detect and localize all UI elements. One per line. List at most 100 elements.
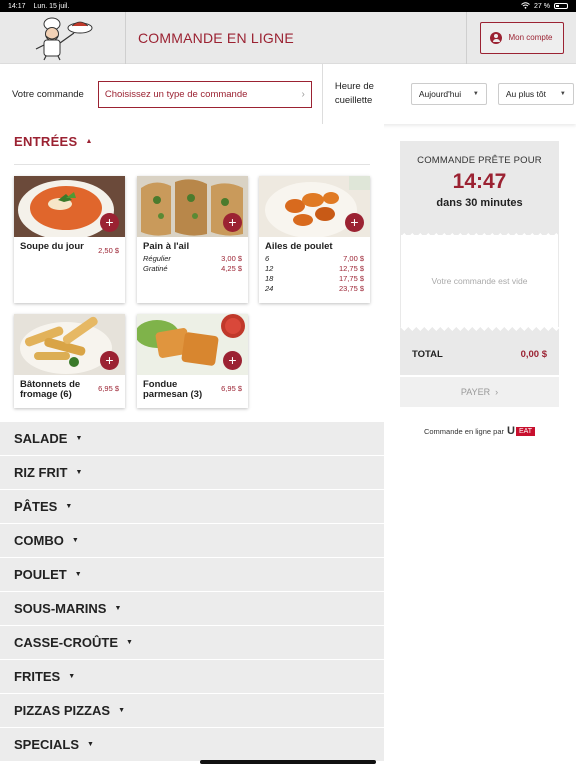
order-type-select[interactable]: Choisissez un type de commande › <box>97 80 312 108</box>
item-name: Pain à l'ail <box>143 241 190 252</box>
add-item-button[interactable]: + <box>100 213 119 232</box>
category-title: POULET <box>14 567 67 582</box>
item-photo: + <box>14 176 125 237</box>
add-item-button[interactable]: + <box>223 213 242 232</box>
category-title: FRITES <box>14 669 61 684</box>
account-button[interactable]: Mon compte <box>479 21 564 54</box>
item-photo: + <box>137 314 248 375</box>
menu-item-card[interactable]: + Soupe du jour 2,50 $ <box>14 176 125 303</box>
category-header-entrees[interactable]: ENTRÉES ▲ <box>14 134 93 149</box>
order-options-bar: Votre commande Choisissez un type de com… <box>0 64 576 124</box>
pickup-time-label: Heure de cueillette <box>334 81 374 106</box>
category-specials[interactable]: SPECIALS ▼ <box>0 727 384 761</box>
item-variant: Régulier 3,00 $ <box>143 254 242 264</box>
powered-by[interactable]: Commande en ligne par U EAT <box>400 425 559 437</box>
caret-down-icon: ▼ <box>118 707 125 714</box>
caret-down-icon: ▼ <box>75 469 83 476</box>
item-photo: + <box>259 176 370 237</box>
variant-price: 23,75 $ <box>338 284 364 293</box>
pay-button[interactable]: PAYER › <box>400 376 559 407</box>
item-photo: + <box>14 314 125 375</box>
battery-icon <box>554 3 568 9</box>
battery-percent: 27 % <box>534 2 550 10</box>
pickup-day-select[interactable]: Aujourd'hui ▼ <box>410 83 487 105</box>
chevron-right-icon: › <box>495 387 499 397</box>
order-type-placeholder: Choisissez un type de commande <box>104 88 248 100</box>
restaurant-logo[interactable] <box>0 11 126 64</box>
account-button-label: Mon compte <box>508 33 553 42</box>
variant-price: 7,00 $ <box>343 254 364 263</box>
menu-item-card[interactable]: + Pain à l'ail Régulier 3,00 $ Gratiné 4… <box>137 176 248 303</box>
category-pizzas[interactable]: PIZZAS PIZZAS ▼ <box>0 693 384 727</box>
status-time: 14:17 <box>8 2 26 10</box>
category-frites[interactable]: FRITES ▼ <box>0 659 384 693</box>
variant-price: 3,00 $ <box>221 254 242 263</box>
item-photo: + <box>137 176 248 237</box>
category-title: CASSE-CROÛTE <box>14 635 119 650</box>
menu-item-card[interactable]: + Ailes de poulet 6 7,00 $ 12 12,75 $ 18… <box>259 176 370 303</box>
caret-down-icon: ▼ <box>126 639 133 646</box>
category-poulet[interactable]: POULET ▼ <box>0 557 384 591</box>
caret-down-icon: ▼ <box>87 741 94 748</box>
item-variant: 24 23,75 $ <box>265 284 364 294</box>
menu-section: ENTRÉES ▲ + Soupe du jour 2,50 $ + Pain … <box>0 124 384 768</box>
item-price: 6,95 $ <box>221 384 242 393</box>
powered-by-text: Commande en ligne par <box>423 426 504 436</box>
pay-button-label: PAYER <box>460 387 491 397</box>
cart-panel: COMMANDE PRÊTE POUR 14:47 dans 30 minute… <box>400 141 559 437</box>
category-sous-marins[interactable]: SOUS-MARINS ▼ <box>0 591 384 625</box>
status-bar: 14:17 Lun. 15 juil. 27 % <box>0 0 576 12</box>
ready-time-box: COMMANDE PRÊTE POUR 14:47 dans 30 minute… <box>400 141 559 229</box>
account-icon <box>490 31 503 44</box>
add-item-button[interactable]: + <box>223 351 242 370</box>
ueat-logo: U EAT <box>507 425 536 437</box>
category-title: RIZ FRIT <box>14 465 68 480</box>
item-name: Ailes de poulet <box>265 241 333 252</box>
caret-down-icon: ▼ <box>65 503 73 510</box>
divider <box>321 64 323 124</box>
cart-total: TOTAL 0,00 $ <box>400 333 559 375</box>
status-date: Lun. 15 juil. <box>33 2 70 10</box>
ready-in: dans 30 minutes <box>436 197 523 209</box>
category-pates[interactable]: PÂTES ▼ <box>0 489 384 523</box>
caret-down-icon: ▼ <box>559 91 566 97</box>
cart-empty-text: Votre commande est vide <box>431 275 528 286</box>
menu-item-card[interactable]: + Fondue parmesan (3) 6,95 $ <box>137 314 248 408</box>
pickup-day-value: Aujourd'hui <box>418 89 462 99</box>
item-variant: 6 7,00 $ <box>265 254 364 264</box>
category-title: PIZZAS PIZZAS <box>14 703 111 718</box>
ready-label: COMMANDE PRÊTE POUR <box>417 155 542 166</box>
order-type-label: Votre commande <box>12 88 84 100</box>
caret-up-icon: ▲ <box>85 138 93 145</box>
menu-item-card[interactable]: + Bâtonnets de fromage (6) 6,95 $ <box>14 314 125 408</box>
item-variant: 18 17,75 $ <box>265 274 364 284</box>
category-casse-croute[interactable]: CASSE-CROÛTE ▼ <box>0 625 384 659</box>
category-title: SOUS-MARINS <box>14 601 107 616</box>
variant-price: 12,75 $ <box>338 264 364 273</box>
variant-price: 4,25 $ <box>221 264 242 273</box>
total-label: TOTAL <box>412 348 443 360</box>
category-combo[interactable]: COMBO ▼ <box>0 523 384 557</box>
item-name: Bâtonnets de fromage (6) <box>20 379 81 400</box>
caret-down-icon: ▼ <box>114 605 122 612</box>
item-price: 2,50 $ <box>98 246 119 255</box>
home-indicator[interactable] <box>200 760 376 764</box>
header: COMMANDE EN LIGNE Mon compte <box>0 11 576 64</box>
item-name: Soupe du jour <box>20 241 84 252</box>
caret-down-icon: ▼ <box>74 571 82 578</box>
add-item-button[interactable]: + <box>345 213 364 232</box>
category-title: COMBO <box>14 533 64 548</box>
item-name: Fondue parmesan (3) <box>143 379 203 400</box>
divider <box>14 164 370 165</box>
pickup-time-select[interactable]: Au plus tôt ▼ <box>497 83 574 105</box>
variant-label: 24 <box>265 284 274 293</box>
wifi-icon <box>521 1 530 11</box>
item-variant: Gratiné 4,25 $ <box>143 264 242 274</box>
caret-down-icon: ▼ <box>75 435 83 442</box>
category-salade[interactable]: SALADE ▼ <box>0 421 384 455</box>
add-item-button[interactable]: + <box>100 351 119 370</box>
category-riz-frit[interactable]: RIZ FRIT ▼ <box>0 455 384 489</box>
cart-empty-message: Votre commande est vide <box>400 235 559 327</box>
pickup-time-value: Au plus tôt <box>505 89 546 99</box>
variant-label: Gratiné <box>143 264 168 273</box>
